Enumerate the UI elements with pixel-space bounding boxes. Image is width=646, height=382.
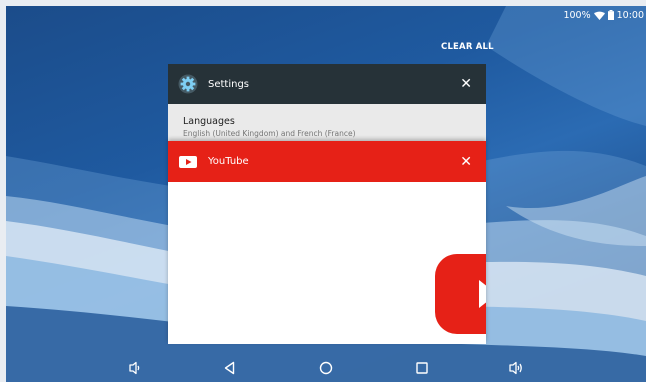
youtube-logo-icon <box>435 254 486 334</box>
preview-subtitle: English (United Kingdom) and French (Fra… <box>183 129 356 138</box>
volume-down-icon[interactable] <box>124 358 144 378</box>
recents-icon[interactable] <box>412 358 432 378</box>
youtube-task-card[interactable]: YouTube ✕ <box>168 141 486 344</box>
close-icon[interactable]: ✕ <box>460 77 472 91</box>
settings-card-preview: Languages English (United Kingdom) and F… <box>168 104 486 138</box>
recents-screen: 100% 10:00 CLEAR ALL Settings ✕ Language… <box>6 6 646 382</box>
clock: 10:00 <box>616 9 644 21</box>
battery-icon <box>607 10 614 20</box>
volume-up-icon[interactable] <box>506 358 526 378</box>
navigation-bar <box>6 354 646 382</box>
settings-card-header[interactable]: Settings ✕ <box>168 64 486 104</box>
clear-all-button[interactable]: CLEAR ALL <box>441 42 494 52</box>
back-icon[interactable] <box>220 358 240 378</box>
youtube-play-icon <box>178 152 198 172</box>
status-bar: 100% 10:00 <box>446 6 646 24</box>
youtube-app-name: YouTube <box>208 156 249 167</box>
home-icon[interactable] <box>316 358 336 378</box>
settings-app-name: Settings <box>208 78 250 90</box>
youtube-card-preview <box>168 182 486 344</box>
settings-gear-icon <box>178 74 198 94</box>
preview-title: Languages <box>183 116 235 127</box>
close-icon[interactable]: ✕ <box>460 155 472 169</box>
battery-percentage: 100% <box>563 9 591 21</box>
youtube-card-header[interactable]: YouTube ✕ <box>168 141 486 182</box>
wifi-icon <box>593 11 605 20</box>
